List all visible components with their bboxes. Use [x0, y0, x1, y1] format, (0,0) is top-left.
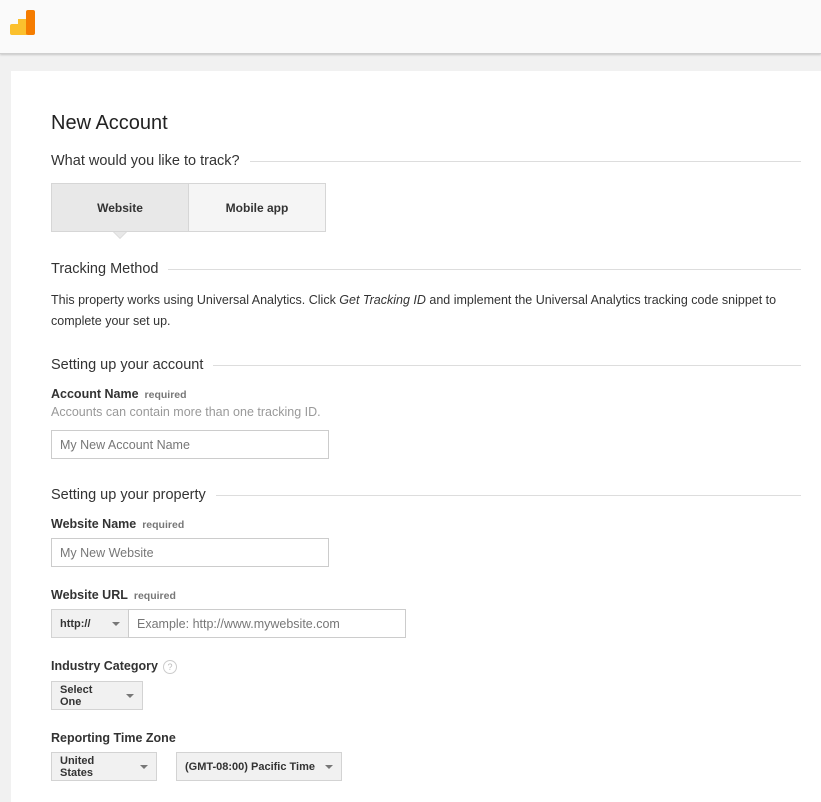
section-property: Setting up your property [51, 485, 801, 505]
required-tag: required [142, 519, 185, 531]
help-icon[interactable]: ? [162, 659, 177, 674]
divider [249, 160, 801, 162]
chevron-down-icon [140, 764, 148, 769]
track-type-toggle: Website Mobile app [51, 183, 326, 239]
section-track-heading: What would you like to track? [51, 153, 240, 169]
account-name-label: Account Name required [51, 387, 187, 401]
country-value: United States [60, 754, 95, 779]
required-tag: required [133, 590, 176, 602]
website-url-label: Website URL required [51, 588, 176, 602]
protocol-value: http:// [60, 617, 91, 630]
section-account-heading: Setting up your account [51, 357, 204, 373]
required-tag: required [144, 389, 187, 401]
top-bar [0, 0, 821, 54]
page-title: New Account [51, 112, 168, 134]
get-tracking-id-emphasis: Get Tracking ID [339, 293, 426, 307]
website-name-label: Website Name required [51, 517, 184, 531]
website-url-label-text: Website URL [51, 588, 128, 602]
website-option-button[interactable]: Website [52, 184, 189, 239]
section-track: What would you like to track? [51, 151, 801, 171]
industry-category-label-text: Industry Category [51, 659, 158, 673]
new-account-card: New Account What would you like to track… [11, 71, 821, 802]
account-name-input[interactable] [51, 430, 329, 459]
divider [215, 494, 801, 496]
reporting-time-zone-label: Reporting Time Zone [51, 731, 176, 745]
industry-category-value: Select One [60, 683, 93, 708]
section-account: Setting up your account [51, 355, 801, 375]
website-name-input[interactable] [51, 538, 329, 567]
description-text: This property works using Universal Anal… [51, 293, 340, 307]
country-dropdown[interactable]: United States [51, 752, 157, 781]
website-name-label-text: Website Name [51, 517, 137, 531]
account-name-label-text: Account Name [51, 387, 139, 401]
divider [213, 364, 801, 366]
mobile-app-option-button[interactable]: Mobile app [189, 184, 325, 231]
divider [168, 268, 801, 270]
section-property-heading: Setting up your property [51, 487, 206, 503]
timezone-dropdown[interactable]: (GMT-08:00) Pacific Time [176, 752, 342, 781]
protocol-dropdown[interactable]: http:// [51, 609, 129, 638]
account-name-hint: Accounts can contain more than one track… [51, 405, 321, 419]
industry-category-dropdown[interactable]: Select One [51, 681, 143, 710]
chevron-down-icon [325, 764, 333, 769]
industry-category-label: Industry Category? [51, 659, 177, 674]
chevron-down-icon [112, 621, 120, 626]
section-tracking-method: Tracking Method [51, 259, 801, 279]
section-tracking-method-heading: Tracking Method [51, 261, 159, 277]
timezone-value: (GMT-08:00) Pacific Time [185, 760, 316, 773]
website-url-input[interactable] [128, 609, 406, 638]
chevron-down-icon [126, 693, 134, 698]
tracking-method-description: This property works using Universal Anal… [51, 290, 801, 332]
analytics-logo-icon[interactable] [10, 10, 36, 36]
